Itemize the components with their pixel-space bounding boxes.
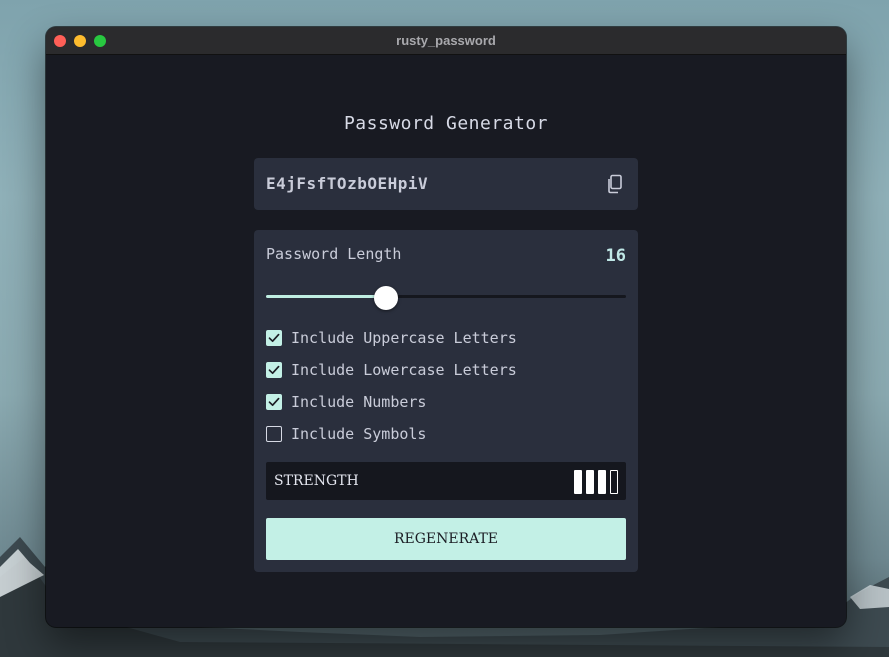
app-window: rusty_password Password Generator E4jFsf… [46, 27, 846, 627]
regenerate-button[interactable]: REGENERATE [266, 518, 626, 560]
symbols-checkbox[interactable] [266, 426, 282, 442]
numbers-checkbox[interactable] [266, 394, 282, 410]
strength-bars [574, 470, 618, 494]
strength-meter: STRENGTH [266, 462, 626, 500]
symbols-label: Include Symbols [291, 425, 427, 443]
page-title: Password Generator [343, 113, 549, 134]
password-length-slider[interactable] [266, 286, 626, 310]
option-lowercase[interactable]: Include Lowercase Letters [266, 360, 517, 380]
password-length-value: 16 [605, 246, 626, 266]
uppercase-label: Include Uppercase Letters [291, 329, 517, 347]
lowercase-checkbox[interactable] [266, 362, 282, 378]
strength-bar [574, 470, 582, 494]
slider-fill [266, 295, 386, 298]
password-length-label: Password Length [266, 245, 402, 263]
title-bar: rusty_password [46, 27, 846, 55]
checkmark-icon [268, 333, 280, 343]
window-title: rusty_password [396, 33, 496, 48]
uppercase-checkbox[interactable] [266, 330, 282, 346]
strength-bar [586, 470, 594, 494]
option-numbers[interactable]: Include Numbers [266, 392, 426, 412]
checkmark-icon [268, 397, 280, 407]
strength-label: STRENGTH [274, 473, 359, 489]
strength-bar [598, 470, 606, 494]
generated-password: E4jFsfTOzbOEHpiV [266, 174, 429, 193]
option-symbols[interactable]: Include Symbols [266, 424, 426, 444]
slider-thumb[interactable] [373, 286, 398, 310]
lowercase-label: Include Lowercase Letters [291, 361, 517, 379]
strength-bar [610, 470, 618, 494]
options-panel: Password Length 16 Include Uppercase Let… [254, 230, 638, 572]
copy-icon[interactable] [606, 174, 624, 194]
password-display: E4jFsfTOzbOEHpiV [254, 158, 638, 210]
checkmark-icon [268, 365, 280, 375]
numbers-label: Include Numbers [291, 393, 427, 411]
option-uppercase[interactable]: Include Uppercase Letters [266, 328, 517, 348]
